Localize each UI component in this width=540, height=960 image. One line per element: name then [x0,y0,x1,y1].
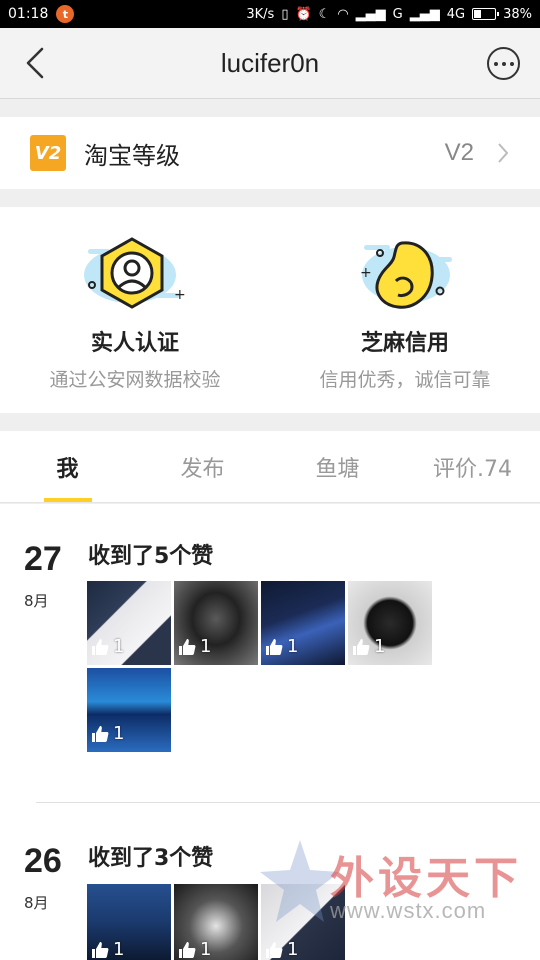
tab-fish-pond[interactable]: 鱼塘 [270,431,405,502]
net-speed: 3K/s [246,6,275,22]
page-title: lucifer0n [220,47,320,78]
like-count: 1 [265,636,298,657]
wifi-icon: ◠ [337,6,349,22]
sesame-credit[interactable]: + 芝麻信用 信用优秀，诚信可靠 [270,207,540,413]
like-count-value: 1 [200,636,212,657]
entry-day: 26 [24,842,62,880]
photo-thumbnail[interactable]: 1 [87,884,171,960]
svg-text:+: + [360,265,372,281]
tab-me[interactable]: 我 [0,431,135,502]
taobao-level-row[interactable]: V2 淘宝等级 V2 [0,117,540,189]
like-count: 1 [352,636,385,657]
navigation-bar: lucifer0n [0,28,540,99]
real-name-verification[interactable]: + 实人认证 通过公安网数据校验 [0,207,270,413]
thumbs-up-icon [266,941,283,958]
like-count: 1 [265,939,298,960]
like-count-value: 1 [113,939,125,960]
like-count: 1 [91,939,124,960]
level-value: V2 [444,139,474,166]
battery-percent: 38% [503,6,532,22]
photo-thumbnail[interactable]: 1 [87,581,171,665]
sesame-credit-icon: + [360,241,452,309]
photo-thumbnail[interactable]: 1 [87,668,171,752]
like-count-value: 1 [113,636,125,657]
level-label: 淘宝等级 [84,141,180,170]
tab-reviews[interactable]: 评价.74 [405,431,540,502]
like-count: 1 [91,636,124,657]
certification-panel: + 实人认证 通过公安网数据校验 + 芝麻信用 信用优秀，诚信可靠 [0,207,540,413]
vibrate-icon: ▯ [281,6,289,22]
signal-4g-icon: ▂▄▆ [409,6,440,22]
network-type: 4G [446,6,466,22]
entry-headline: 收到了3个赞 [88,846,214,871]
battery-icon [472,8,500,20]
alarm-icon: ⏰ [295,6,312,22]
profile-tabs: 我 发布 鱼塘 评价.74 [0,431,540,503]
taobao-notification-icon: t [56,5,75,23]
activity-feed: 27 8月 收到了5个赞 1 1 1 1 1 26 8月 收到了3个赞 1 1 1 [0,504,540,960]
thumbs-up-icon [92,725,109,742]
thumbs-up-icon [266,638,283,655]
status-time: 01:18 [8,6,49,22]
like-count: 1 [91,723,124,744]
like-count-value: 1 [287,636,299,657]
signal-icon: ▂▄▆ [355,6,386,22]
entry-month: 8月 [24,592,49,610]
thumbs-up-icon [179,638,196,655]
thumbs-up-icon [179,941,196,958]
thumbs-up-icon [353,638,370,655]
photo-grid: 1 1 1 1 1 [87,581,435,752]
photo-thumbnail[interactable]: 1 [174,884,258,960]
like-count-value: 1 [200,939,212,960]
chevron-right-icon [498,143,509,163]
photo-thumbnail[interactable]: 1 [348,581,432,665]
signal-label: G [392,6,403,22]
entry-day: 27 [24,540,62,578]
feed-divider [36,802,540,803]
back-arrow-icon[interactable] [22,46,52,80]
thumbs-up-icon [92,941,109,958]
like-count: 1 [178,636,211,657]
thumbs-up-icon [92,638,109,655]
photo-thumbnail[interactable]: 1 [261,884,345,960]
like-count-value: 1 [287,939,299,960]
like-count: 1 [178,939,211,960]
tab-posted[interactable]: 发布 [135,431,270,502]
photo-thumbnail[interactable]: 1 [261,581,345,665]
real-person-verified-icon: + [84,237,186,309]
svg-text:+: + [174,287,186,303]
cert-title-sesame: 芝麻信用 [360,331,449,356]
status-indicators: 3K/s ▯ ⏰ ☾ ◠ ▂▄▆ G ▂▄▆ 4G 38% [246,7,532,22]
status-bar: 01:18 t 3K/s ▯ ⏰ ☾ ◠ ▂▄▆ G ▂▄▆ 4G 38% [0,0,540,28]
like-count-value: 1 [374,636,386,657]
entry-month: 8月 [24,894,49,912]
entry-headline: 收到了5个赞 [88,544,214,569]
more-options-icon[interactable] [487,47,520,80]
cert-title-real-name: 实人认证 [90,331,179,356]
moon-icon: ☾ [318,6,331,22]
like-count-value: 1 [113,723,125,744]
cert-subtitle-sesame: 信用优秀，诚信可靠 [319,369,491,391]
photo-thumbnail[interactable]: 1 [174,581,258,665]
photo-grid: 1 1 1 [87,884,435,960]
cert-subtitle-real-name: 通过公安网数据校验 [49,369,221,391]
level-badge-icon: V2 [30,135,66,171]
